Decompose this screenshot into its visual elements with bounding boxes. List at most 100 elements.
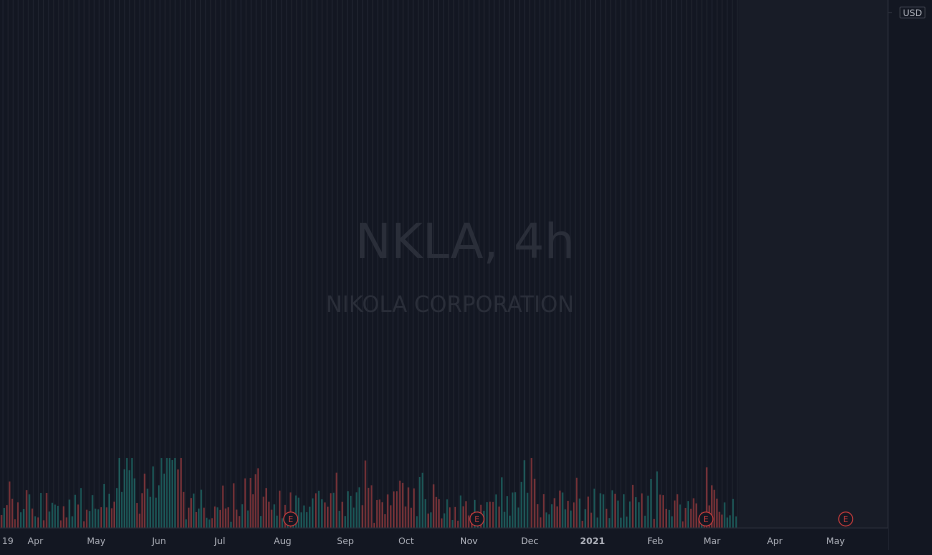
volume-bar [257,468,259,528]
watermark-subtitle: NIKOLA CORPORATION [326,293,574,318]
volume-bar [192,493,195,528]
volume-bar [265,488,267,528]
volume-bar [247,510,249,528]
volume-bar [281,518,284,528]
volume-bar [587,496,589,528]
volume-bar [80,488,82,528]
volume-bar [451,520,454,528]
volume-bar [599,493,602,528]
volume-bar [457,520,459,528]
volume-bar [361,505,364,528]
volume-bar [567,500,569,528]
volume-bar [449,507,451,528]
volume-bar [97,509,100,528]
volume-bar [716,498,718,528]
volume-bar [232,483,235,528]
volume-bar [723,502,726,528]
volume-bar [416,516,418,528]
volume-bar [222,485,224,528]
volume-bar [575,477,578,528]
volume-bar [542,494,545,528]
volume-bar [355,492,358,528]
volume-bar [45,493,48,528]
volume-bar [214,506,216,528]
volume-bar [687,501,689,528]
volume-bar [276,515,278,528]
volume-bar [467,515,470,528]
volume-bar [584,509,587,528]
volume-bar [590,512,593,528]
volume-bar [297,497,300,528]
volume-bar [427,513,429,528]
volume-bar [424,499,427,528]
volume-bar [523,460,526,528]
volume-bar [465,501,467,528]
volume-bar [20,512,22,528]
volume-bar [8,481,11,528]
volume-bar [373,522,375,528]
time-tick-label: 19 [2,537,14,547]
volume-bar [553,498,556,528]
volume-bar [641,493,643,528]
volume-bar [300,512,303,528]
volume-bar [596,517,599,528]
volume-bar [378,499,381,528]
volume-bar [435,496,438,528]
volume-bar [556,506,558,528]
volume-bar [399,480,401,528]
volume-bar [381,502,384,528]
volume-bar [644,515,646,528]
volume-bar [418,477,421,528]
volume-bar [352,507,355,528]
volume-bar [726,517,729,528]
volume-bar [200,489,203,528]
volume-bar [94,508,97,528]
volume-bar [489,501,491,528]
volume-bar [22,509,25,528]
volume-bar [315,493,317,528]
volume-bar [195,512,198,528]
volume-bar [105,507,108,528]
volume-bar [536,504,539,528]
volume-bar [530,458,533,528]
volume-bar [526,492,529,528]
volume-bar [318,490,320,528]
time-axis-bg [0,528,888,550]
volume-bar [407,487,410,528]
volume-bar [430,512,432,528]
volume-bar [593,488,596,528]
volume-bar [262,496,265,528]
price-chart[interactable]: NKLA, 4h NIKOLA CORPORATION EEEE 5.40USD… [0,0,932,550]
volume-bar [393,491,395,528]
volume-bar [11,498,14,528]
watermark-title: NKLA, 4h [355,214,575,270]
volume-bar [123,469,126,528]
volume-bar [682,521,684,528]
volume-bar [17,502,19,528]
volume-bar [126,458,128,528]
volume-bar [143,473,146,528]
volume-bar [350,495,352,528]
volume-bar [224,508,227,528]
volume-bar [638,502,640,528]
volume-bar [141,493,143,528]
volume-bar [573,502,575,528]
volume-bar [303,505,305,528]
chart[interactable]: NKLA, 4h NIKOLA CORPORATION EEEE 5.40USD… [0,0,932,550]
volume-bar [732,498,734,528]
volume-bar [128,470,131,528]
volume-bar [632,484,634,528]
volume-bar [62,506,65,528]
volume-bar [533,478,536,528]
volume-bar [211,518,213,528]
volume-bar [668,509,671,528]
volume-bar [564,509,567,528]
volume-bar [268,501,270,528]
volume-bar [495,494,497,528]
volume-bar [219,509,221,528]
volume-bar [241,504,244,528]
volume-bar [679,504,681,528]
volume-bar [118,458,121,528]
volume-bar [208,519,211,528]
volume-bar [650,479,652,528]
